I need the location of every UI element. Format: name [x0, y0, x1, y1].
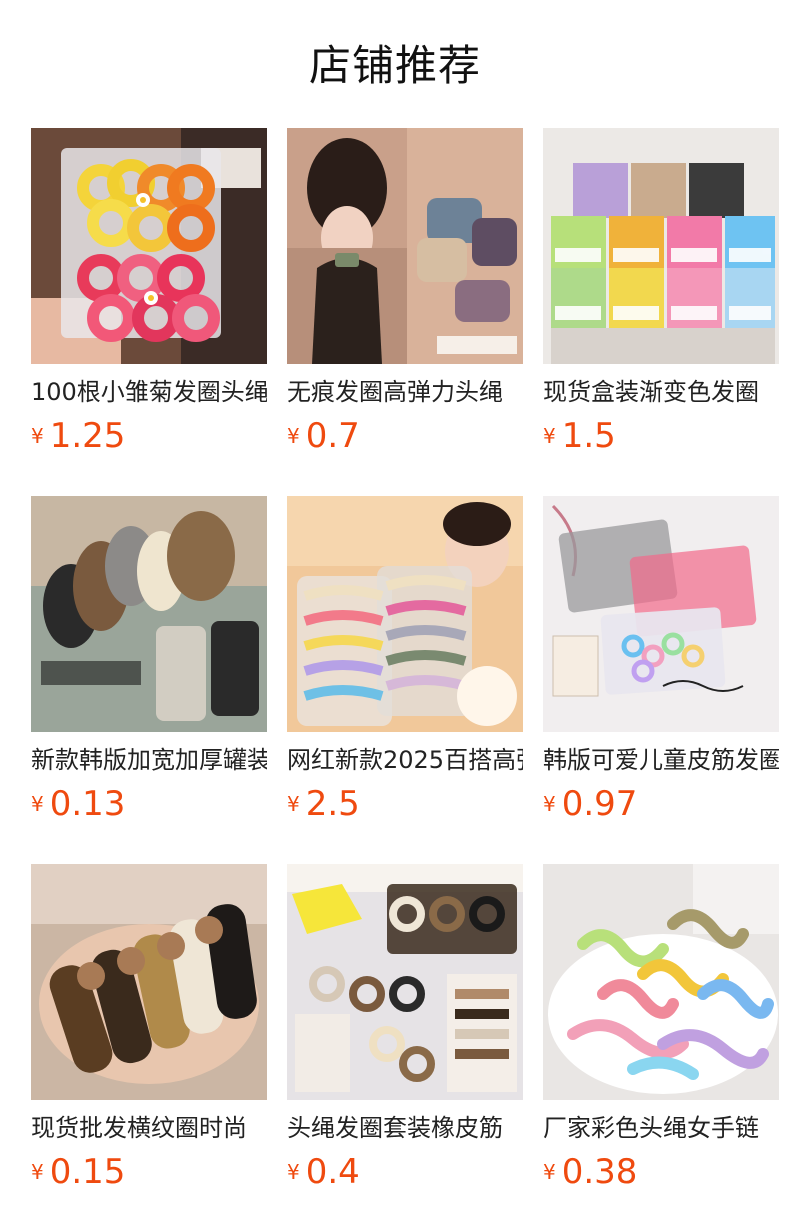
- price-value: 0.4: [305, 1152, 360, 1192]
- product-price: ¥0.38: [543, 1152, 637, 1192]
- product-card[interactable]: 头绳发圈套装橡皮筋 ¥0.4: [287, 864, 523, 1232]
- product-card[interactable]: 现货盒装渐变色发圈 ¥1.5: [543, 128, 779, 496]
- currency-symbol: ¥: [287, 1160, 300, 1184]
- product-image[interactable]: [31, 128, 267, 364]
- product-price: ¥1.25: [31, 416, 125, 456]
- product-name[interactable]: 头绳发圈套装橡皮筋: [287, 1112, 523, 1144]
- product-image[interactable]: [543, 496, 779, 732]
- currency-symbol: ¥: [31, 792, 44, 816]
- product-name[interactable]: 现货盒装渐变色发圈: [543, 376, 779, 408]
- price-value: 0.13: [49, 784, 126, 824]
- product-image[interactable]: [287, 128, 523, 364]
- price-value: 1.25: [49, 416, 126, 456]
- section-title: 店铺推荐: [308, 41, 481, 90]
- price-value: 0.97: [561, 784, 638, 824]
- product-card[interactable]: 无痕发圈高弹力头绳 ¥0.7: [287, 128, 523, 496]
- product-grid: 100根小雏菊发圈头绳 ¥1.25 无痕发圈高弹力头绳 ¥ 0.7 现货盒装渐变…: [31, 128, 779, 1232]
- currency-symbol: ¥: [31, 424, 44, 448]
- product-name[interactable]: 新款韩版加宽加厚罐装: [31, 744, 267, 776]
- currency-symbol: ¥: [543, 424, 556, 448]
- product-image[interactable]: [287, 496, 523, 732]
- product-image[interactable]: [31, 496, 267, 732]
- product-name[interactable]: 厂家彩色头绳女手链: [543, 1112, 779, 1144]
- product-card[interactable]: 韩版可爱儿童皮筋发圈 ¥0.97: [543, 496, 779, 864]
- product-card[interactable]: 100根小雏菊发圈头绳 ¥1.25: [31, 128, 267, 496]
- product-image[interactable]: [543, 128, 779, 364]
- product-name[interactable]: 100根小雏菊发圈头绳: [31, 376, 267, 408]
- product-price: ¥0.4: [287, 1152, 360, 1192]
- product-price: ¥1.5: [543, 416, 616, 456]
- currency-symbol: ¥: [31, 1160, 44, 1184]
- product-card[interactable]: 新款韩版加宽加厚罐装 ¥0.13: [31, 496, 267, 864]
- product-image[interactable]: [543, 864, 779, 1100]
- price-value: 0.38: [561, 1152, 638, 1192]
- price-value: 2.5: [305, 784, 360, 824]
- product-name[interactable]: 网红新款2025百搭高弹: [287, 744, 523, 776]
- product-name[interactable]: 现货批发横纹圈时尚: [31, 1112, 267, 1144]
- price-value: 0.7: [305, 416, 360, 456]
- product-image[interactable]: [31, 864, 267, 1100]
- product-price: ¥0.15: [31, 1152, 125, 1192]
- product-price: ¥0.97: [543, 784, 637, 824]
- currency-symbol: ¥: [543, 792, 556, 816]
- product-image[interactable]: [287, 864, 523, 1100]
- product-card[interactable]: 现货批发横纹圈时尚 ¥0.15: [31, 864, 267, 1232]
- product-card[interactable]: 厂家彩色头绳女手链 ¥0.38: [543, 864, 779, 1232]
- product-price: ¥0.13: [31, 784, 125, 824]
- product-card[interactable]: 网红新款2025百搭高弹 ¥2.5: [287, 496, 523, 864]
- currency-symbol: ¥: [543, 1160, 556, 1184]
- currency-symbol: ¥: [287, 792, 300, 816]
- product-name[interactable]: 无痕发圈高弹力头绳: [287, 376, 523, 408]
- product-name[interactable]: 韩版可爱儿童皮筋发圈: [543, 744, 779, 776]
- price-value: 0.15: [49, 1152, 126, 1192]
- product-price: ¥0.7: [287, 416, 360, 456]
- currency-symbol: ¥: [287, 424, 300, 448]
- price-value: 1.5: [561, 416, 616, 456]
- product-price: ¥2.5: [287, 784, 360, 824]
